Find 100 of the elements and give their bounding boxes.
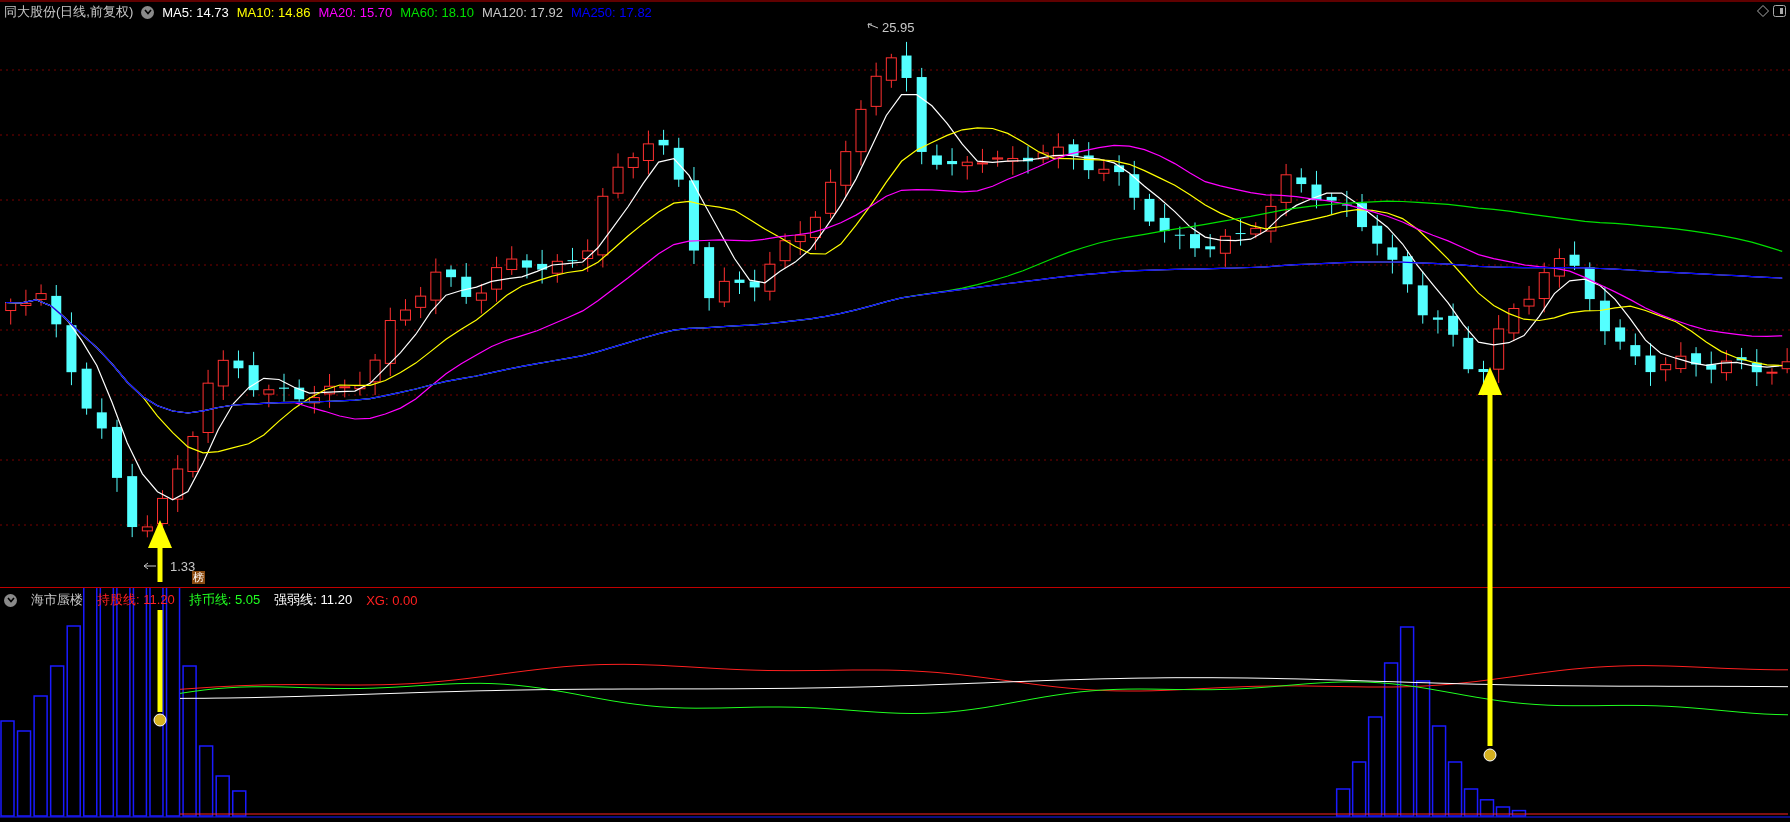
candlestick: [369, 353, 381, 396]
candlestick: [1052, 132, 1064, 169]
candlestick: [339, 379, 351, 398]
moving-average-value: MA120: 17.92: [481, 4, 563, 20]
panel-toggle-icon[interactable]: [1773, 5, 1786, 17]
candlestick: [233, 350, 244, 379]
candlestick: [81, 362, 92, 416]
candlestick: [521, 253, 532, 279]
candlestick: [1736, 347, 1747, 370]
candlestick: [1129, 160, 1140, 211]
chevron-down-icon[interactable]: [141, 5, 155, 19]
candlestick: [885, 53, 897, 89]
candlestick: [809, 210, 821, 251]
candlestick: [1463, 325, 1474, 374]
moving-average-value: MA10: 14.86: [236, 4, 311, 20]
candlestick: [1432, 309, 1443, 334]
candlestick: [1159, 203, 1170, 244]
candlestick: [141, 514, 153, 538]
candlestick: [1766, 367, 1778, 386]
candlestick: [658, 129, 669, 156]
candlestick: [627, 152, 639, 179]
candlestick: [217, 349, 229, 401]
candlestick: [567, 247, 578, 269]
candlestick: [718, 267, 730, 308]
candlestick: [1250, 221, 1262, 239]
candlestick: [961, 155, 973, 181]
candlestick: [20, 289, 32, 317]
indicator-value: 持币线: 5.05: [188, 591, 261, 609]
coin-icon: [1483, 748, 1497, 762]
candlestick: [1523, 285, 1535, 316]
candlestick: [1083, 141, 1094, 180]
candlestick: [5, 298, 17, 325]
candlestick: [1114, 154, 1125, 187]
candlestick: [1615, 318, 1626, 351]
candlestick: [976, 148, 988, 174]
candlestick: [506, 245, 518, 276]
candlestick: [734, 270, 745, 295]
candlestick: [931, 144, 942, 171]
candlestick: [1660, 356, 1672, 382]
candlestick: [1645, 342, 1656, 387]
candlestick: [1538, 262, 1550, 313]
candlestick: [354, 371, 366, 396]
candlestick: [947, 147, 958, 176]
candlestick: [1387, 234, 1398, 274]
candlestick: [1675, 341, 1687, 374]
candlestick: [1448, 303, 1459, 348]
candlestick: [1357, 193, 1367, 232]
candlestick: [1174, 226, 1185, 250]
candlestick: [642, 130, 654, 175]
candlestick: [673, 137, 684, 188]
histogram-bar: [232, 790, 247, 817]
candlestick: [1007, 145, 1019, 176]
candlestick: [415, 286, 427, 319]
candlestick: [308, 385, 320, 414]
candlestick: [491, 256, 503, 303]
moving-average-value: MA250: 17.82: [570, 4, 652, 20]
candlestick: [35, 283, 47, 307]
candlestick: [1296, 167, 1307, 194]
candlestick: [1280, 163, 1292, 217]
candlestick: [1553, 247, 1565, 289]
candlestick: [870, 62, 882, 116]
candlestick: [1372, 214, 1383, 256]
chart-title: 同大股份(日线,前复权): [4, 3, 134, 21]
candlestick: [172, 454, 184, 513]
candlestick: [1326, 192, 1337, 215]
candlestick: [187, 430, 199, 478]
candlestick: [582, 238, 594, 273]
candlestick: [461, 262, 472, 305]
moving-average-value: MA60: 18.10: [400, 4, 474, 20]
moving-average-value: MA5: 14.73: [162, 4, 229, 20]
candlestick: [51, 284, 62, 338]
candlestick: [1205, 233, 1216, 258]
candlestick: [1751, 348, 1762, 387]
candlestick: [1311, 170, 1322, 209]
candlestick: [1691, 346, 1702, 377]
diamond-icon[interactable]: [1757, 5, 1769, 17]
candlestick: [1417, 270, 1428, 325]
candlestick: [537, 249, 548, 285]
candlestick: [1493, 314, 1505, 384]
candlestick: [446, 265, 456, 288]
candlestick: [825, 168, 837, 219]
candlestick: [1720, 349, 1732, 382]
candlestick: [764, 251, 776, 301]
candlestick: [1235, 218, 1246, 247]
candlestick: [779, 233, 791, 269]
candlestick: [992, 150, 1004, 168]
candlestick: [1569, 240, 1580, 271]
candlestick: [248, 351, 259, 398]
candlestick: [1630, 332, 1641, 366]
candlestick: [475, 283, 487, 314]
candlestick: [612, 152, 624, 199]
candlestick: [1068, 138, 1079, 171]
candlestick: [749, 269, 760, 302]
candlestick: [324, 373, 336, 409]
candlestick: [96, 397, 107, 440]
leader-line: [143, 562, 157, 570]
leader-line: [867, 23, 879, 29]
candlestick: [384, 307, 396, 377]
candlestick: [399, 298, 411, 327]
chevron-down-icon[interactable]: [4, 593, 17, 607]
